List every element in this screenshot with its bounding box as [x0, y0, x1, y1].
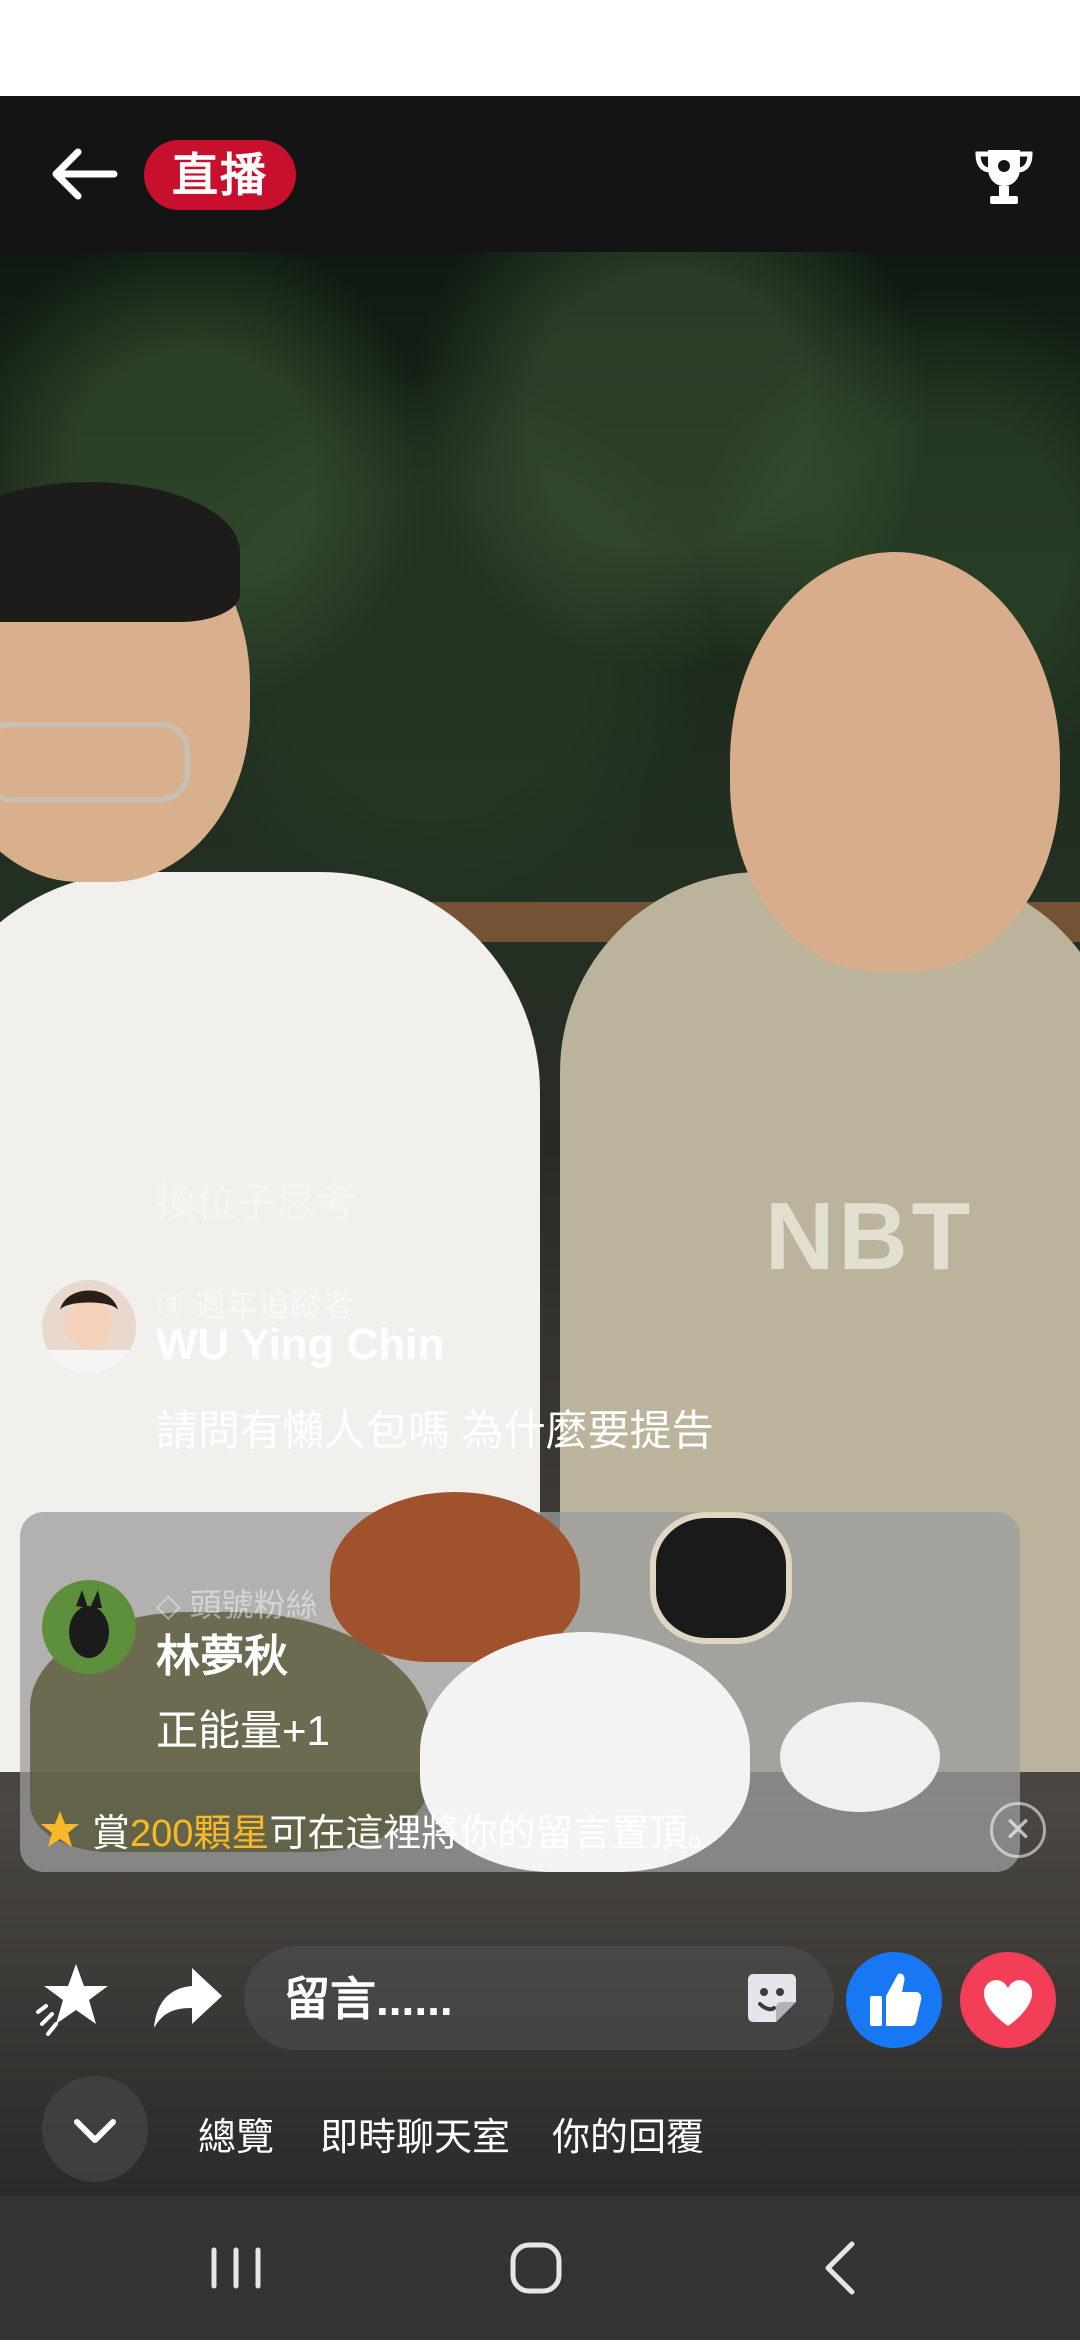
avatar-image: [42, 1580, 136, 1674]
sticker-button[interactable]: [740, 1966, 804, 2030]
chevron-left-icon: [825, 2241, 855, 2295]
avatar[interactable]: [42, 1280, 136, 1374]
comment-box[interactable]: [244, 1946, 834, 2050]
top-bar: 直播: [0, 96, 1080, 252]
recent-apps-icon: [211, 2247, 261, 2289]
shirt-logo: NBT: [765, 1183, 975, 1290]
comment-input[interactable]: [282, 1968, 706, 2030]
trophy-icon: [975, 150, 1033, 204]
trophy-button[interactable]: [968, 140, 1040, 212]
action-row: [0, 1944, 1080, 2054]
chevron-down-icon: [74, 2119, 116, 2143]
faded-comment-text: 換位子思考: [156, 1181, 356, 1225]
recent-apps-button[interactable]: [156, 2196, 316, 2340]
live-badge: 直播: [144, 140, 296, 210]
star-icon: [41, 1811, 79, 1847]
arrow-left-icon: [52, 148, 118, 200]
close-icon[interactable]: ✕: [990, 1802, 1046, 1858]
tab-your-replies[interactable]: 你的回覆: [552, 2106, 704, 2161]
love-icon: [983, 1979, 1033, 2026]
diamond-icon: ◇: [156, 1587, 190, 1623]
comment-message: 請問有懶人包嗎 為什麼要提告: [156, 1407, 714, 1454]
home-icon: [510, 2242, 562, 2294]
person-right-head: [730, 552, 1060, 972]
comment-message: 正能量+1: [156, 1707, 330, 1754]
share-button[interactable]: [148, 1958, 228, 2038]
star-icon: [36, 1964, 108, 2036]
anniversary-badge-icon: ③: [156, 1287, 194, 1323]
love-button[interactable]: [960, 1952, 1056, 2048]
like-button[interactable]: [846, 1952, 942, 2048]
home-button[interactable]: [456, 2196, 616, 2340]
share-icon: [154, 1968, 222, 2028]
pin-comment-banner[interactable]: 賞200顆星可在這裡將你的留言置頂。 ✕: [0, 1790, 1080, 1870]
avatar-image: [42, 1280, 136, 1374]
like-icon: [870, 1973, 922, 2026]
collapse-button[interactable]: [42, 2076, 148, 2182]
tab-live-chat[interactable]: 即時聊天室: [320, 2106, 510, 2161]
tab-overview[interactable]: 總覽: [198, 2106, 274, 2161]
status-bar-area: [0, 0, 1080, 96]
pin-banner-text: 賞200顆星可在這裡將你的留言置頂。: [92, 1813, 726, 1855]
tabs-row: 總覽 即時聊天室 你的回覆: [0, 2076, 1080, 2186]
avatar[interactable]: [42, 1580, 136, 1674]
stars-button[interactable]: [32, 1958, 112, 2038]
commenter-name[interactable]: 林夢秋: [156, 1620, 288, 1684]
back-button[interactable]: [40, 130, 130, 220]
glasses: [0, 722, 190, 802]
system-nav-bar: [0, 2196, 1080, 2340]
system-back-button[interactable]: [760, 2196, 920, 2340]
commenter-name[interactable]: WU Ying Chin: [156, 1320, 444, 1370]
tea-cup: [650, 1512, 792, 1644]
sticker-icon: [748, 1974, 796, 2022]
